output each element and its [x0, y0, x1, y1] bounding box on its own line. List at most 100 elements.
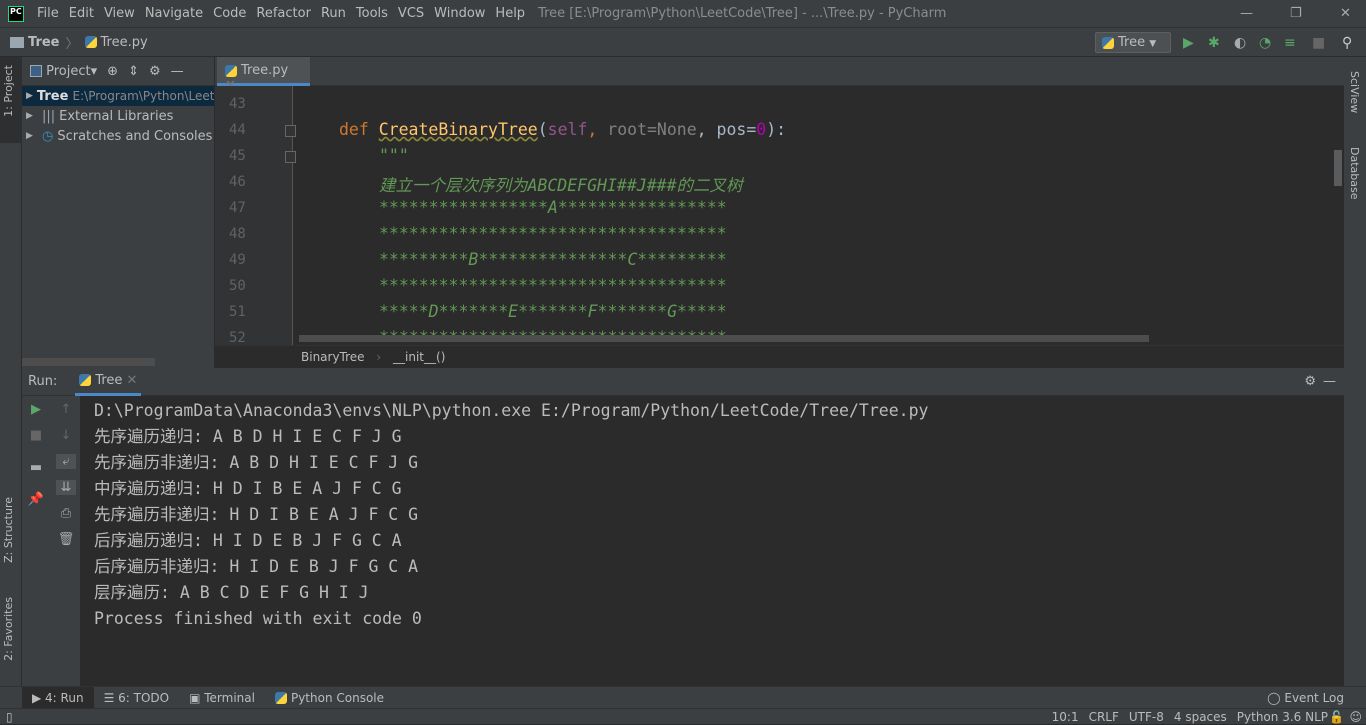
stop-icon[interactable]: ■	[26, 428, 46, 443]
coverage-icon[interactable]: ◐	[1234, 35, 1246, 51]
console-output[interactable]: D:\ProgramData\Anaconda3\envs\NLP\python…	[94, 398, 928, 632]
run-config-dropdown[interactable]: Tree ▼	[1095, 32, 1171, 53]
tree-path: E:\Program\Python\LeetCode\Tree	[72, 89, 214, 103]
code-breadcrumb: BinaryTree › __init__()	[215, 345, 1344, 368]
tool-tab-sciview[interactable]: SciView	[1348, 71, 1361, 113]
menu-navigate[interactable]: Navigate	[140, 6, 208, 21]
tab-label: Tree.py	[241, 63, 289, 78]
close-tab-icon[interactable]: ✕	[127, 373, 138, 388]
position-indicator[interactable]: 10:1	[1052, 709, 1079, 725]
hide-icon[interactable]: —	[1323, 374, 1336, 389]
indent-setting[interactable]: 4 spaces	[1174, 709, 1227, 725]
collapse-icon[interactable]: ⇕	[128, 64, 139, 79]
menu-run[interactable]: Run	[316, 6, 351, 21]
restore-icon[interactable]: ❐	[1290, 6, 1302, 21]
bottom-tab-run[interactable]: ▶ 4: Run	[22, 686, 94, 709]
window-title: Tree [E:\Program\Python\LeetCode\Tree] -…	[538, 6, 947, 21]
file-encoding[interactable]: UTF-8	[1129, 709, 1164, 725]
output-line: 先序遍历非递归: H D I B E A J F C G	[94, 505, 419, 524]
event-log-button[interactable]: ◯ Event Log	[1257, 687, 1354, 709]
pin-icon[interactable]: 📌	[26, 492, 46, 507]
docstring-line: 建立一个层次序列为ABCDEFGHI##J###的二叉树	[379, 176, 743, 195]
menu-refactor[interactable]: Refactor	[251, 6, 316, 21]
menu-code[interactable]: Code	[208, 6, 251, 21]
menu-edit[interactable]: Edit	[64, 6, 99, 21]
inspector-icon[interactable]: ☺	[1349, 709, 1362, 725]
concurrency-icon[interactable]: ≡	[1284, 35, 1296, 51]
profile-icon[interactable]: ◔	[1259, 35, 1271, 51]
bottom-tab-terminal[interactable]: ▣ Terminal	[179, 687, 265, 709]
line-number: 49	[229, 252, 246, 268]
tool-tab-favorites[interactable]: 2: Favorites	[2, 597, 15, 661]
locate-icon[interactable]: ⊕	[107, 64, 118, 79]
run-tab-tree[interactable]: Tree ✕	[75, 368, 142, 396]
fold-icon[interactable]	[285, 151, 296, 163]
code-editor[interactable]: 43 44 45 46 47 48 49 50 51 52 def CreateBinaryTre…	[215, 86, 1344, 345]
tool-tab-database[interactable]: Database	[1348, 147, 1361, 200]
expand-arrow-icon[interactable]: ▶	[26, 131, 42, 141]
bottom-tab-python-console[interactable]: Python Console	[265, 687, 394, 709]
breadcrumb-method[interactable]: __init__()	[393, 350, 445, 364]
docstring-line: *****D*******E*******F*******G*****	[379, 302, 727, 321]
tree-item-scratches[interactable]: ▶ ◷ Scratches and Consoles	[22, 126, 214, 146]
expand-arrow-icon[interactable]: ▶	[26, 91, 33, 101]
layout-icon[interactable]: ▬	[26, 460, 46, 475]
down-icon[interactable]: ↓	[56, 428, 76, 443]
tool-tab-structure[interactable]: Z: Structure	[2, 497, 15, 563]
chevron-down-icon: ▼	[1149, 39, 1157, 49]
docstring-line: ***********************************	[379, 276, 727, 295]
lock-icon[interactable]: 🔓	[1329, 709, 1344, 725]
search-icon[interactable]: ⚲	[1342, 35, 1352, 51]
output-line: 后序遍历递归: H I D E B J F G C A	[94, 531, 402, 550]
output-line: 先序遍历递归: A B D H I E C F J G	[94, 427, 402, 446]
trash-icon[interactable]: 🗑	[56, 532, 76, 547]
scratches-icon: ◷	[42, 128, 54, 144]
tree-item-external-libraries[interactable]: ▶ ||| External Libraries	[22, 106, 214, 126]
up-icon[interactable]: ↑	[56, 402, 76, 417]
line-separator[interactable]: CRLF	[1089, 709, 1119, 725]
scroll-to-end-icon[interactable]: ⇊	[56, 480, 76, 495]
project-view-dropdown[interactable]: Project▾	[30, 64, 97, 79]
tab-tree-py[interactable]: Tree.py ✕	[217, 57, 310, 93]
run-icon[interactable]: ▶	[1183, 35, 1194, 51]
breadcrumb-file[interactable]: Tree.py	[101, 35, 148, 50]
hide-icon[interactable]: —	[171, 64, 184, 79]
python-icon	[1102, 36, 1114, 49]
run-config-label: Tree	[1118, 35, 1146, 50]
tool-tab-project[interactable]: 1: Project	[2, 65, 15, 117]
line-number: 44	[229, 122, 246, 138]
stop-icon[interactable]: ■	[1312, 35, 1325, 51]
output-line: D:\ProgramData\Anaconda3\envs\NLP\python…	[94, 401, 929, 420]
toggle-tool-windows-icon[interactable]: ▯	[6, 709, 13, 725]
tree-label: Tree	[36, 88, 69, 104]
breadcrumb-project[interactable]: Tree	[28, 35, 59, 50]
expand-arrow-icon[interactable]: ▶	[26, 111, 42, 121]
menu-tools[interactable]: Tools	[351, 6, 393, 21]
debug-icon[interactable]: ✱	[1208, 35, 1220, 51]
tree-item-project[interactable]: ▶Tree E:\Program\Python\LeetCode\Tree	[22, 86, 214, 106]
gear-icon[interactable]: ⚙	[1304, 374, 1316, 389]
project-scrollbar[interactable]	[22, 358, 155, 366]
pycharm-logo-icon: PC	[8, 5, 24, 22]
close-icon[interactable]: ✕	[1340, 6, 1351, 21]
line-number: 52	[229, 330, 246, 345]
rerun-icon[interactable]: ▶	[26, 402, 46, 417]
menu-vcs[interactable]: VCS	[393, 6, 429, 21]
bottom-tab-todo[interactable]: ☰ 6: TODO	[94, 687, 180, 709]
menu-view[interactable]: View	[99, 6, 140, 21]
minimize-icon[interactable]: —	[1240, 6, 1253, 21]
vertical-scrollbar[interactable]	[1334, 150, 1342, 186]
fold-icon[interactable]	[285, 125, 296, 137]
run-panel: Run: Tree ✕ ⚙ — ▶ ↑ ■ ↓ ⤶ ▬ ⇊ 📌 ⎙ 🗑 D:\P…	[22, 368, 1344, 686]
interpreter-selector[interactable]: Python 3.6 NLP	[1237, 709, 1328, 725]
menu-help[interactable]: Help	[490, 6, 530, 21]
menu-file[interactable]: File	[32, 6, 64, 21]
soft-wrap-icon[interactable]: ⤶	[56, 454, 76, 469]
python-file-icon	[225, 64, 237, 77]
print-icon[interactable]: ⎙	[56, 506, 76, 521]
horizontal-scrollbar[interactable]	[299, 335, 1149, 342]
gear-icon[interactable]: ⚙	[149, 64, 161, 79]
menu-window[interactable]: Window	[429, 6, 490, 21]
run-label: Run:	[28, 374, 58, 389]
breadcrumb-class[interactable]: BinaryTree	[301, 350, 365, 364]
